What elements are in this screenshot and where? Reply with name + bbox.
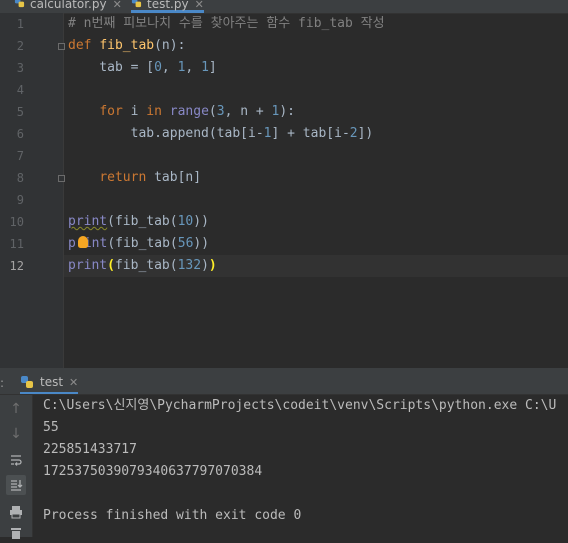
editor-tab-bar: calculator.py ✕ test.py ✕ — [0, 0, 568, 14]
code-line-5: for i in range(3, n + 1): — [68, 101, 295, 123]
print-icon[interactable] — [6, 502, 26, 522]
code-text: , — [161, 60, 178, 75]
line-number: 1 — [16, 17, 24, 31]
line-number: 7 — [16, 149, 24, 163]
line-number: 3 — [16, 61, 24, 75]
code-text: tab[n] — [146, 170, 202, 185]
code-line-3: tab = [0, 1, 1] — [68, 57, 217, 79]
code-text: (fib_tab( — [107, 214, 178, 229]
code-line-10: print(fib_tab(10)) — [68, 211, 209, 233]
code-line-12: print(fib_tab(132)) — [68, 255, 217, 277]
line-number: 2 — [16, 39, 24, 53]
code-text: ) — [201, 258, 209, 273]
code-text: )) — [193, 236, 210, 251]
lightbulb-intention-icon[interactable] — [78, 236, 88, 248]
console-line: 55 — [43, 420, 59, 435]
code-text: i — [122, 104, 147, 119]
builtin-print: print — [68, 214, 108, 229]
brace-match: ) — [208, 258, 217, 273]
line-number: 4 — [16, 83, 24, 97]
number: 0 — [154, 60, 162, 75]
code-line-8: return tab[n] — [68, 167, 201, 189]
soft-wrap-icon[interactable] — [6, 450, 26, 470]
keyword-for: for — [99, 104, 123, 119]
line-number-gutter: 1 2 3 4 5 6 7 8 9 10 11 12 — [0, 13, 65, 368]
comment: # n번째 피보나치 수를 찾아주는 함수 fib_tab 작성 — [68, 16, 385, 31]
console-line: 1725375039079340637797070384 — [43, 464, 263, 479]
line-number: 9 — [16, 193, 24, 207]
brace-match: ( — [107, 258, 115, 273]
tab-label: test.py — [147, 0, 189, 11]
number: 56 — [177, 236, 194, 251]
keyword-def: def — [68, 38, 92, 53]
number: 132 — [177, 258, 202, 273]
keyword-in: in — [146, 104, 162, 119]
line-number-current: 12 — [9, 259, 24, 273]
close-tab-icon[interactable]: ✕ — [195, 0, 204, 11]
run-console-output[interactable]: C:\Users\신지영\PycharmProjects\codeit\venv… — [33, 395, 568, 537]
code-text: ] — [208, 60, 217, 75]
code-text: fib_tab( — [114, 258, 178, 273]
builtin-print: p — [68, 236, 76, 251]
run-panel-label: : — [0, 376, 5, 390]
line-number: 11 — [9, 237, 24, 251]
python-file-icon — [131, 0, 142, 8]
number: 3 — [216, 104, 225, 119]
line-number: 8 — [16, 171, 24, 185]
delete-icon[interactable] — [6, 523, 26, 543]
run-tab-label: test — [40, 375, 64, 389]
run-tab-test[interactable]: test ✕ — [20, 372, 79, 394]
code-line-11: p int(fib_tab(56)) — [68, 233, 209, 255]
code-line-1: # n번째 피보나치 수를 찾아주는 함수 fib_tab 작성 — [68, 13, 385, 35]
code-text: )) — [193, 214, 209, 229]
code-text: ): — [279, 104, 296, 119]
down-arrow-icon[interactable]: ↓ — [6, 424, 26, 444]
close-run-tab-icon[interactable]: ✕ — [69, 376, 78, 389]
code-text: tab = [ — [68, 60, 155, 75]
code-text: ( — [208, 104, 217, 119]
line-number: 10 — [9, 215, 24, 229]
python-file-icon — [14, 0, 25, 8]
close-tab-icon[interactable]: ✕ — [113, 0, 122, 11]
line-number: 5 — [16, 105, 24, 119]
number: 1 — [201, 60, 209, 75]
number: 10 — [177, 214, 194, 229]
console-exit-message: Process finished with exit code 0 — [43, 508, 302, 523]
line-number: 6 — [16, 127, 24, 141]
code-line-2: def fib_tab(n): — [68, 35, 185, 57]
up-arrow-icon[interactable]: ↑ — [6, 399, 26, 419]
number: 2 — [349, 126, 358, 141]
console-line: 225851433717 — [43, 442, 137, 457]
function-name: fib_tab — [99, 38, 155, 53]
builtin-range: range — [169, 104, 209, 119]
builtin-print: print — [68, 258, 108, 273]
code-editor[interactable]: # n번째 피보나치 수를 찾아주는 함수 fib_tab 작성 def fib… — [64, 13, 568, 368]
tab-calculator-py[interactable]: calculator.py ✕ — [14, 0, 122, 13]
code-text: ] + tab[i- — [271, 126, 350, 141]
tab-test-py[interactable]: test.py ✕ — [131, 0, 204, 13]
console-line: C:\Users\신지영\PycharmProjects\codeit\venv… — [43, 398, 557, 413]
code-text: , — [185, 60, 202, 75]
run-panel-header: : test ✕ — [0, 372, 568, 395]
scroll-to-end-icon[interactable] — [6, 475, 26, 495]
code-line-6: tab.append(tab[i-1] + tab[i-2]) — [68, 123, 374, 145]
code-text: tab.append(tab[i- — [68, 126, 264, 141]
run-toolbar: ↑ ↓ — [0, 395, 33, 539]
tab-label: calculator.py — [30, 0, 107, 11]
code-text: (n): — [154, 38, 186, 53]
code-text: (fib_tab( — [107, 236, 178, 251]
code-text: ]) — [357, 126, 374, 141]
code-text: , n + — [224, 104, 272, 119]
keyword-return: return — [99, 170, 147, 185]
python-run-icon — [21, 375, 33, 388]
number: 1 — [263, 126, 272, 141]
